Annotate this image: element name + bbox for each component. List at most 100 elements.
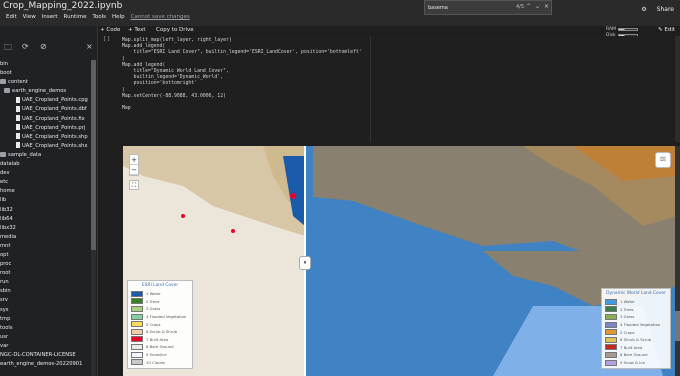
legend-item: 2 Trees — [605, 306, 667, 314]
find-count: 4/5 — [516, 4, 525, 10]
zoom-in-button[interactable]: + — [130, 155, 138, 165]
zoom-out-button[interactable]: − — [130, 165, 138, 175]
dynamic-world-legend: Dynamic World Land Cover 1 Water 2 Trees 3 … — [601, 288, 671, 370]
scroll-thumb[interactable] — [675, 311, 680, 341]
file-tree-item[interactable]: lib32 — [0, 206, 92, 215]
file-tree-item[interactable]: sbin — [0, 287, 92, 296]
legend-label: 1 Water — [620, 299, 635, 305]
file-icon — [16, 124, 20, 131]
code-editor-right — [370, 36, 642, 142]
chevron-down-icon[interactable]: ⌄ — [535, 3, 540, 10]
layers-icon[interactable]: ≋ — [655, 152, 671, 168]
file-tree-item[interactable]: UAE_Cropland_Points.prj — [0, 124, 92, 133]
code-editor[interactable]: Map.split_map(left_layer, right_layer) Ma… — [122, 36, 386, 142]
file-tree-item[interactable]: earth_engine_demos-20220901 — [0, 360, 92, 369]
notebook-title[interactable]: Crop_Mapping_2022.ipynb — [3, 1, 122, 11]
share-button[interactable]: Share — [657, 6, 674, 13]
file-tree-item[interactable]: run — [0, 278, 92, 287]
file-tree-item[interactable]: boot — [0, 69, 92, 78]
file-tree-item[interactable]: root — [0, 269, 92, 278]
legend-item: 4 Flooded Vegetation — [131, 313, 189, 321]
file-tree-item[interactable]: mnt — [0, 242, 92, 251]
legend-swatch — [605, 298, 617, 305]
file-tree-item[interactable]: UAE_Cropland_Points.dbf — [0, 105, 92, 114]
close-icon[interactable]: × — [86, 42, 93, 51]
file-icon — [16, 133, 20, 140]
file-tree-item[interactable]: content — [0, 78, 92, 87]
run-button[interactable]: [ ] — [104, 36, 118, 142]
new-folder-icon[interactable]: 🗀 — [4, 42, 12, 56]
sidebar-scrollbar[interactable] — [91, 60, 96, 376]
file-tree-item[interactable]: var — [0, 342, 92, 351]
map-scrollbar[interactable] — [675, 146, 680, 376]
fullscreen-icon[interactable]: ⛶ — [129, 180, 139, 190]
add-code-button[interactable]: + Code — [100, 27, 120, 33]
gear-icon[interactable]: ⚙ — [641, 6, 646, 13]
cell-gutter-label: [ ] — [104, 36, 110, 42]
legend-swatch — [131, 321, 143, 328]
legend-item: 8 Bare Ground — [131, 343, 189, 351]
legend-item: 7 Built Area — [131, 336, 189, 344]
file-tree-item[interactable]: proc — [0, 260, 92, 269]
file-tree-label: UAE_Cropland_Points.fix — [22, 115, 85, 122]
file-tree-item[interactable]: UAE_Cropland_Points.shx — [0, 142, 92, 151]
code-cell[interactable]: [ ] Map.split_map(left_layer, right_laye… — [104, 36, 666, 142]
unsaved-link[interactable]: Cannot save changes — [131, 14, 190, 20]
legend-item: 9 Snow & Ice — [605, 359, 667, 367]
hidden-files-icon[interactable]: ⊘ — [40, 42, 47, 51]
menu-insert[interactable]: Insert — [42, 14, 58, 20]
legend-label: 9 Snow/Ice — [146, 352, 167, 358]
file-tree-item[interactable]: UAE_Cropland_Points.fix — [0, 115, 92, 124]
file-tree-item[interactable]: bin — [0, 60, 92, 69]
split-map[interactable]: ⏸ + − ⛶ ≋ ESRI Land Cover 1 Water 2 Trees 3… — [123, 146, 677, 376]
file-tree-item[interactable]: datalab — [0, 160, 92, 169]
file-tree-item[interactable]: dev — [0, 169, 92, 178]
legend-title: ESRI Land Cover — [141, 283, 179, 288]
menu-tools[interactable]: Tools — [92, 14, 106, 20]
file-tree-item[interactable]: home — [0, 187, 92, 196]
file-tree-item[interactable]: NGC-DL-CONTAINER-LICENSE — [0, 351, 92, 360]
notebook-scrollbar[interactable] — [675, 36, 680, 142]
folder-icon — [4, 88, 10, 94]
find-input[interactable] — [428, 4, 504, 12]
file-tree-item[interactable]: lib — [0, 196, 92, 205]
file-tree-item[interactable]: usr — [0, 333, 92, 342]
menu-edit[interactable]: Edit — [6, 14, 17, 20]
file-tree-item[interactable]: srv — [0, 296, 92, 305]
menu-view[interactable]: View — [23, 14, 36, 20]
menu-runtime[interactable]: Runtime — [64, 14, 87, 20]
file-tree-item[interactable]: UAE_Cropland_Points.shp — [0, 133, 92, 142]
file-tree-label: sys — [0, 306, 9, 313]
refresh-icon[interactable]: ⟳ — [22, 42, 29, 51]
map-canvas — [123, 146, 677, 376]
legend-item: 5 Crops — [605, 328, 667, 336]
sidebar-toolbar: 🗀 ⟳ ⊘ × — [0, 40, 97, 54]
file-tree-item[interactable]: lib64 — [0, 215, 92, 224]
file-tree-item[interactable]: earth_engine_demos — [0, 87, 92, 96]
split-handle[interactable]: ⏸ — [299, 256, 311, 270]
folder-icon — [0, 79, 6, 85]
file-tree-label: tmp — [0, 315, 11, 322]
scroll-thumb[interactable] — [91, 60, 96, 250]
file-tree-item[interactable]: media — [0, 233, 92, 242]
legend-label: 6 Shrub & Scrub — [620, 337, 652, 343]
copy-to-drive-button[interactable]: Copy to Drive — [156, 27, 194, 33]
file-tree-item[interactable]: sys — [0, 306, 92, 315]
file-tree-item[interactable]: UAE_Cropland_Points.cpg — [0, 96, 92, 105]
chevron-up-icon[interactable]: ⌃ — [526, 3, 531, 10]
file-tree-item[interactable]: tmp — [0, 315, 92, 324]
file-tree-item[interactable]: sample_data — [0, 151, 92, 160]
file-tree-item[interactable]: libx32 — [0, 224, 92, 233]
top-right-actions: ⚙ Share — [633, 6, 674, 13]
legend-swatch — [131, 336, 143, 343]
file-tree-label: sample_data — [8, 151, 42, 158]
legend-item: 5 Crops — [131, 320, 189, 328]
code-line: Map — [122, 106, 131, 112]
add-text-button[interactable]: + Text — [128, 27, 145, 33]
close-icon[interactable]: × — [544, 3, 549, 10]
esri-legend: ESRI Land Cover 1 Water 2 Trees 3 Grass 4 Fl… — [127, 280, 193, 369]
file-tree-item[interactable]: etc — [0, 178, 92, 187]
menu-help[interactable]: Help — [112, 14, 125, 20]
file-tree-item[interactable]: opt — [0, 251, 92, 260]
file-tree-item[interactable]: tools — [0, 324, 92, 333]
